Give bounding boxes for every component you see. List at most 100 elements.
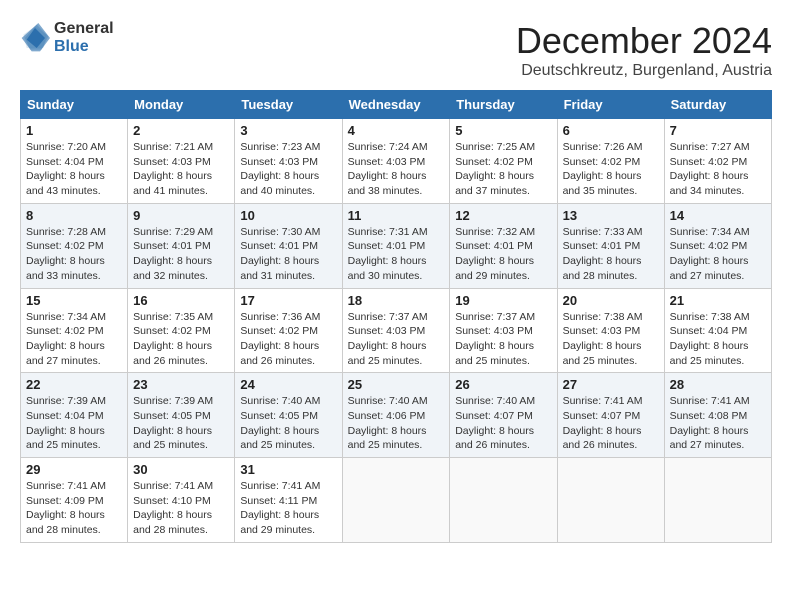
day-info: Sunrise: 7:32 AMSunset: 4:01 PMDaylight:… (455, 225, 551, 284)
calendar-cell: 22 Sunrise: 7:39 AMSunset: 4:04 PMDayligh… (21, 373, 128, 458)
calendar-cell: 17 Sunrise: 7:36 AMSunset: 4:02 PMDayligh… (235, 288, 342, 373)
day-info: Sunrise: 7:39 AMSunset: 4:04 PMDaylight:… (26, 394, 122, 453)
calendar-cell (664, 458, 771, 543)
day-info: Sunrise: 7:41 AMSunset: 4:09 PMDaylight:… (26, 479, 122, 538)
calendar-cell: 28Sunrise: 7:41 AMSunset: 4:08 PMDayligh… (664, 373, 771, 458)
calendar-cell: 4 Sunrise: 7:24 AMSunset: 4:03 PMDaylight… (342, 119, 450, 204)
day-header-tuesday: Tuesday (235, 91, 342, 119)
day-header-thursday: Thursday (450, 91, 557, 119)
day-info: Sunrise: 7:38 AMSunset: 4:04 PMDaylight:… (670, 310, 766, 369)
logo-text: General Blue (54, 20, 114, 55)
day-info: Sunrise: 7:21 AMSunset: 4:03 PMDaylight:… (133, 140, 229, 199)
location-subtitle: Deutschkreutz, Burgenland, Austria (516, 62, 772, 80)
calendar-cell: 11 Sunrise: 7:31 AMSunset: 4:01 PMDayligh… (342, 203, 450, 288)
logo-icon (20, 23, 50, 53)
day-number: 3 (240, 123, 336, 138)
calendar-cell: 20 Sunrise: 7:38 AMSunset: 4:03 PMDayligh… (557, 288, 664, 373)
day-number: 17 (240, 293, 336, 308)
calendar-cell: 24Sunrise: 7:40 AMSunset: 4:05 PMDayligh… (235, 373, 342, 458)
calendar-cell: 15 Sunrise: 7:34 AMSunset: 4:02 PMDayligh… (21, 288, 128, 373)
day-info: Sunrise: 7:41 AMSunset: 4:10 PMDaylight:… (133, 479, 229, 538)
day-number: 23 (133, 377, 229, 392)
day-number: 12 (455, 208, 551, 223)
day-info: Sunrise: 7:40 AMSunset: 4:07 PMDaylight:… (455, 394, 551, 453)
logo-general: General (54, 20, 114, 38)
day-number: 9 (133, 208, 229, 223)
day-number: 15 (26, 293, 122, 308)
day-number: 14 (670, 208, 766, 223)
day-info: Sunrise: 7:37 AMSunset: 4:03 PMDaylight:… (455, 310, 551, 369)
day-number: 21 (670, 293, 766, 308)
calendar-cell: 10 Sunrise: 7:30 AMSunset: 4:01 PMDayligh… (235, 203, 342, 288)
calendar-cell (450, 458, 557, 543)
calendar-cell: 7 Sunrise: 7:27 AMSunset: 4:02 PMDaylight… (664, 119, 771, 204)
day-header-saturday: Saturday (664, 91, 771, 119)
day-number: 19 (455, 293, 551, 308)
day-info: Sunrise: 7:30 AMSunset: 4:01 PMDaylight:… (240, 225, 336, 284)
day-info: Sunrise: 7:27 AMSunset: 4:02 PMDaylight:… (670, 140, 766, 199)
title-block: December 2024 Deutschkreutz, Burgenland,… (516, 20, 772, 80)
day-number: 10 (240, 208, 336, 223)
day-info: Sunrise: 7:24 AMSunset: 4:03 PMDaylight:… (348, 140, 445, 199)
day-info: Sunrise: 7:37 AMSunset: 4:03 PMDaylight:… (348, 310, 445, 369)
day-header-monday: Monday (128, 91, 235, 119)
day-number: 6 (563, 123, 659, 138)
calendar-cell: 16 Sunrise: 7:35 AMSunset: 4:02 PMDayligh… (128, 288, 235, 373)
day-info: Sunrise: 7:33 AMSunset: 4:01 PMDaylight:… (563, 225, 659, 284)
day-info: Sunrise: 7:34 AMSunset: 4:02 PMDaylight:… (670, 225, 766, 284)
day-info: Sunrise: 7:29 AMSunset: 4:01 PMDaylight:… (133, 225, 229, 284)
calendar-cell: 2 Sunrise: 7:21 AMSunset: 4:03 PMDaylight… (128, 119, 235, 204)
logo: General Blue (20, 20, 114, 55)
day-info: Sunrise: 7:35 AMSunset: 4:02 PMDaylight:… (133, 310, 229, 369)
calendar-cell: 9 Sunrise: 7:29 AMSunset: 4:01 PMDaylight… (128, 203, 235, 288)
day-info: Sunrise: 7:41 AMSunset: 4:11 PMDaylight:… (240, 479, 336, 538)
day-number: 4 (348, 123, 445, 138)
calendar-cell: 8 Sunrise: 7:28 AMSunset: 4:02 PMDaylight… (21, 203, 128, 288)
calendar-cell: 14 Sunrise: 7:34 AMSunset: 4:02 PMDayligh… (664, 203, 771, 288)
calendar-cell (342, 458, 450, 543)
calendar-cell: 19 Sunrise: 7:37 AMSunset: 4:03 PMDayligh… (450, 288, 557, 373)
day-header-wednesday: Wednesday (342, 91, 450, 119)
day-info: Sunrise: 7:31 AMSunset: 4:01 PMDaylight:… (348, 225, 445, 284)
calendar-cell: 26 Sunrise: 7:40 AMSunset: 4:07 PMDayligh… (450, 373, 557, 458)
day-number: 16 (133, 293, 229, 308)
calendar-cell: 12 Sunrise: 7:32 AMSunset: 4:01 PMDayligh… (450, 203, 557, 288)
day-number: 28 (670, 377, 766, 392)
day-info: Sunrise: 7:34 AMSunset: 4:02 PMDaylight:… (26, 310, 122, 369)
day-number: 7 (670, 123, 766, 138)
day-info: Sunrise: 7:26 AMSunset: 4:02 PMDaylight:… (563, 140, 659, 199)
day-number: 8 (26, 208, 122, 223)
day-number: 22 (26, 377, 122, 392)
calendar-cell: 25Sunrise: 7:40 AMSunset: 4:06 PMDayligh… (342, 373, 450, 458)
day-number: 11 (348, 208, 445, 223)
calendar-table: SundayMondayTuesdayWednesdayThursdayFrid… (20, 90, 772, 543)
day-number: 26 (455, 377, 551, 392)
day-number: 31 (240, 462, 336, 477)
month-title: December 2024 (516, 20, 772, 62)
calendar-cell: 13Sunrise: 7:33 AMSunset: 4:01 PMDayligh… (557, 203, 664, 288)
calendar-cell (557, 458, 664, 543)
calendar-cell: 31 Sunrise: 7:41 AMSunset: 4:11 PMDayligh… (235, 458, 342, 543)
day-number: 2 (133, 123, 229, 138)
day-info: Sunrise: 7:23 AMSunset: 4:03 PMDaylight:… (240, 140, 336, 199)
day-info: Sunrise: 7:28 AMSunset: 4:02 PMDaylight:… (26, 225, 122, 284)
calendar-cell: 27Sunrise: 7:41 AMSunset: 4:07 PMDayligh… (557, 373, 664, 458)
day-header-sunday: Sunday (21, 91, 128, 119)
day-info: Sunrise: 7:39 AMSunset: 4:05 PMDaylight:… (133, 394, 229, 453)
day-info: Sunrise: 7:38 AMSunset: 4:03 PMDaylight:… (563, 310, 659, 369)
day-info: Sunrise: 7:41 AMSunset: 4:07 PMDaylight:… (563, 394, 659, 453)
calendar-cell: 3 Sunrise: 7:23 AMSunset: 4:03 PMDaylight… (235, 119, 342, 204)
day-number: 30 (133, 462, 229, 477)
day-number: 20 (563, 293, 659, 308)
calendar-cell: 23 Sunrise: 7:39 AMSunset: 4:05 PMDayligh… (128, 373, 235, 458)
day-info: Sunrise: 7:36 AMSunset: 4:02 PMDaylight:… (240, 310, 336, 369)
day-number: 1 (26, 123, 122, 138)
calendar-cell: 1 Sunrise: 7:20 AMSunset: 4:04 PMDaylight… (21, 119, 128, 204)
day-number: 29 (26, 462, 122, 477)
calendar-cell: 5Sunrise: 7:25 AMSunset: 4:02 PMDaylight… (450, 119, 557, 204)
day-info: Sunrise: 7:40 AMSunset: 4:05 PMDaylight:… (240, 394, 336, 453)
day-number: 18 (348, 293, 445, 308)
day-info: Sunrise: 7:20 AMSunset: 4:04 PMDaylight:… (26, 140, 122, 199)
day-info: Sunrise: 7:25 AMSunset: 4:02 PMDaylight:… (455, 140, 551, 199)
day-number: 25 (348, 377, 445, 392)
